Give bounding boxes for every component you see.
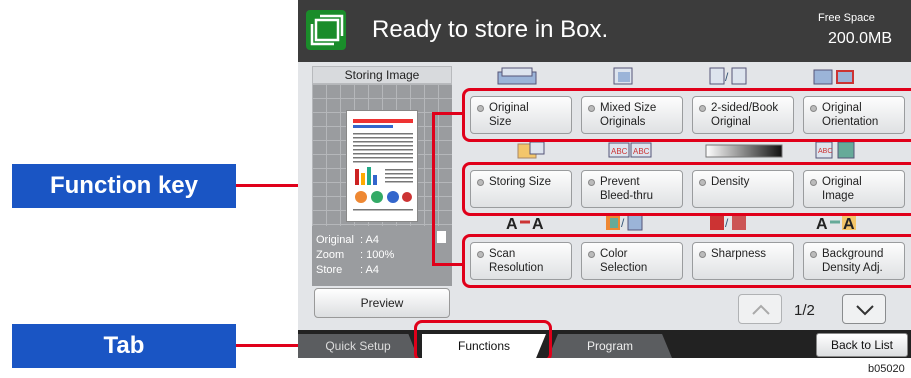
svg-text:A: A (506, 216, 518, 232)
page-up-button[interactable] (738, 294, 782, 324)
original-info: Original : A4 (316, 234, 379, 246)
document-box-icon (306, 10, 346, 50)
original-label: Original (316, 234, 354, 246)
orientation-icon (813, 69, 854, 85)
chevron-down-icon (856, 305, 874, 316)
document-thumbnail (346, 110, 418, 222)
back-to-list-button[interactable]: Back to List (816, 333, 908, 357)
page-indicator: 1/2 (794, 302, 815, 319)
svg-text:ABC: ABC (611, 147, 628, 156)
tab-highlight (414, 320, 552, 358)
preview-button[interactable]: Preview (314, 288, 450, 318)
function-key-highlight-row-2 (462, 162, 911, 216)
density-icon (705, 144, 783, 158)
storing-size-icon (517, 141, 545, 159)
function-icons-row-2: ABC ABC ABC (468, 140, 908, 164)
function-icons-row-1: / (468, 66, 908, 90)
free-space-value: 200.0MB (828, 30, 893, 47)
bleed-thru-icon: ABC ABC (608, 142, 652, 158)
svg-text:/: / (725, 70, 729, 84)
free-space-label: Free Space (818, 12, 875, 24)
svg-text:A: A (816, 216, 828, 232)
tab-program[interactable]: Program (548, 334, 672, 358)
svg-text:ABC: ABC (818, 148, 832, 155)
zoom-label: Zoom (316, 249, 345, 261)
function-key-callout: Function key (12, 164, 236, 208)
mixed-size-icon (613, 67, 633, 85)
header-bar: Ready to store in Box. Free Space 200.0M… (298, 0, 911, 62)
original-value: : A4 (360, 234, 379, 246)
store-label: Store (316, 264, 343, 276)
preview-info-area: Original : A4 Zoom : 100% Store : A4 (312, 226, 452, 286)
page-count-icon (437, 231, 446, 243)
highlight-bracket-vertical (432, 112, 435, 266)
storing-image-panel: Storing Image Original: A4 Zoom: 100% … (312, 66, 452, 322)
highlight-bracket-top (432, 112, 464, 115)
device-screen: Ready to store in Box. Free Space 200.0M… (298, 0, 911, 358)
storing-image-title: Storing Image (312, 66, 452, 84)
tab-quick-setup[interactable]: Quick Setup (298, 334, 418, 358)
svg-text:A: A (843, 216, 855, 232)
original-image-icon: ABC (815, 141, 855, 159)
highlight-bracket-bottom (432, 263, 464, 266)
store-value: : A4 (360, 264, 379, 276)
svg-text:/: / (621, 216, 625, 230)
zoom-value: : 100% (360, 249, 395, 261)
function-key-highlight-row-3 (462, 234, 911, 288)
svg-text:A: A (532, 216, 544, 232)
duplex-icon: / (709, 67, 747, 85)
page-down-button[interactable] (842, 294, 886, 324)
status-message: Ready to store in Box. (372, 16, 609, 43)
store-info: Store : A4 (316, 264, 379, 276)
svg-text:ABC: ABC (633, 147, 650, 156)
svg-text:/: / (725, 216, 729, 230)
function-key-highlight-row-1 (462, 88, 911, 142)
chevron-up-icon (752, 304, 770, 315)
original-size-icon (497, 67, 537, 85)
tab-callout: Tab (12, 324, 236, 368)
preview-area (312, 84, 452, 226)
image-code: b05020 (868, 363, 905, 375)
zoom-info: Zoom : 100% (316, 249, 394, 261)
